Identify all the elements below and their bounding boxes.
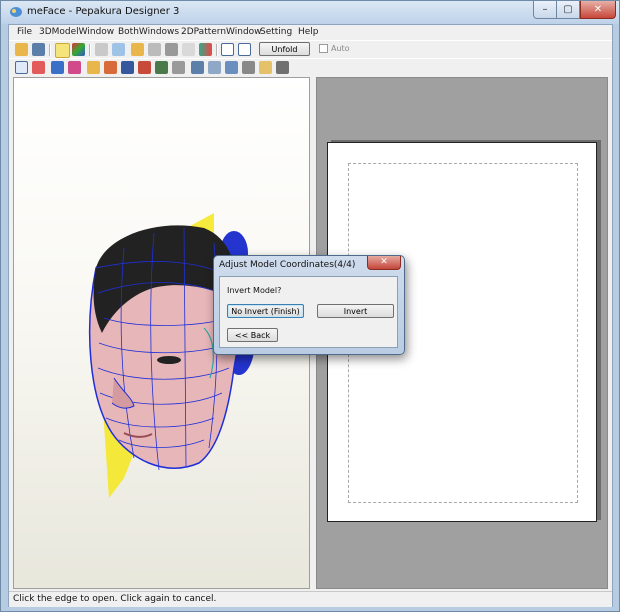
texture-icon[interactable] — [72, 43, 85, 56]
flap-icon[interactable] — [138, 61, 151, 74]
close-button[interactable]: ✕ — [580, 1, 616, 19]
palette-icon[interactable] — [182, 43, 195, 56]
rotate-icon[interactable] — [155, 61, 168, 74]
minimize-button[interactable]: – — [533, 1, 557, 19]
copy-icon[interactable] — [165, 43, 178, 56]
box-icon[interactable] — [95, 43, 108, 56]
open-icon[interactable] — [15, 43, 28, 56]
dialog-question: Invert Model? — [227, 286, 282, 295]
dialog-close-button[interactable]: ✕ — [367, 256, 401, 270]
dialog-body: Invert Model? No Invert (Finish) Invert … — [219, 276, 398, 348]
menu-file[interactable]: File — [17, 27, 32, 37]
arrange-icon[interactable] — [191, 61, 204, 74]
anchor-icon[interactable] — [148, 43, 161, 56]
select-icon[interactable] — [15, 61, 28, 74]
menu-2dpatternwindow[interactable]: 2DPatternWindow — [181, 27, 262, 37]
invert-button[interactable]: Invert — [317, 304, 394, 318]
toolbar-separator — [49, 44, 51, 56]
photo-icon[interactable] — [104, 61, 117, 74]
menu-help[interactable]: Help — [298, 27, 319, 37]
status-text: Click the edge to open. Click again to c… — [13, 594, 217, 604]
color-icon[interactable] — [199, 43, 212, 56]
back-button[interactable]: << Back — [227, 328, 278, 342]
auto-label: Auto — [331, 44, 350, 53]
adjust-coordinates-dialog: Adjust Model Coordinates(4/4) ✕ Invert M… — [213, 255, 405, 355]
join-icon[interactable] — [121, 61, 134, 74]
cube-icon[interactable] — [112, 43, 125, 56]
menu-bothwindows[interactable]: BothWindows — [118, 27, 179, 37]
sheet-icon[interactable] — [259, 61, 272, 74]
window-left-icon[interactable] — [221, 43, 234, 56]
toolbar-separator — [216, 44, 218, 56]
save-icon[interactable] — [32, 43, 45, 56]
toolbar-main: Unfold Undo Auto — [9, 40, 612, 68]
window-right-icon[interactable] — [238, 43, 251, 56]
menu-setting[interactable]: Setting — [260, 27, 292, 37]
paint-icon[interactable] — [51, 61, 64, 74]
menu-3dmodelwindow[interactable]: 3DModelWindow — [39, 27, 114, 37]
layout-icon[interactable] — [225, 61, 238, 74]
app-icon — [10, 7, 22, 17]
layout2-icon[interactable] — [242, 61, 255, 74]
menu-bar: File 3DModelWindow BothWindows 2DPattern… — [9, 25, 612, 40]
print-icon[interactable] — [276, 61, 289, 74]
maximize-button[interactable]: ▢ — [556, 1, 580, 19]
auto-checkbox[interactable] — [319, 44, 328, 53]
brush-icon[interactable] — [68, 61, 81, 74]
unfold-undo-button[interactable]: Unfold Undo — [259, 42, 310, 68]
piece-icon[interactable] — [87, 61, 100, 74]
edit-mode-icon[interactable] — [55, 43, 70, 58]
toolbar-separator — [89, 44, 91, 56]
eye — [157, 356, 181, 364]
title-bar[interactable]: meFace - Pepakura Designer 3 – ▢ ✕ — [1, 1, 619, 23]
cylinder-icon[interactable] — [131, 43, 144, 56]
scale-icon[interactable] — [172, 61, 185, 74]
window-title: meFace - Pepakura Designer 3 — [27, 6, 180, 17]
no-invert-finish-button[interactable]: No Invert (Finish) — [227, 304, 304, 318]
toolbar-tools — [9, 58, 612, 77]
dialog-title: Adjust Model Coordinates(4/4) — [219, 260, 356, 270]
status-bar: Click the edge to open. Click again to c… — [9, 591, 612, 607]
page-icon[interactable] — [208, 61, 221, 74]
edge-icon[interactable] — [32, 61, 45, 74]
